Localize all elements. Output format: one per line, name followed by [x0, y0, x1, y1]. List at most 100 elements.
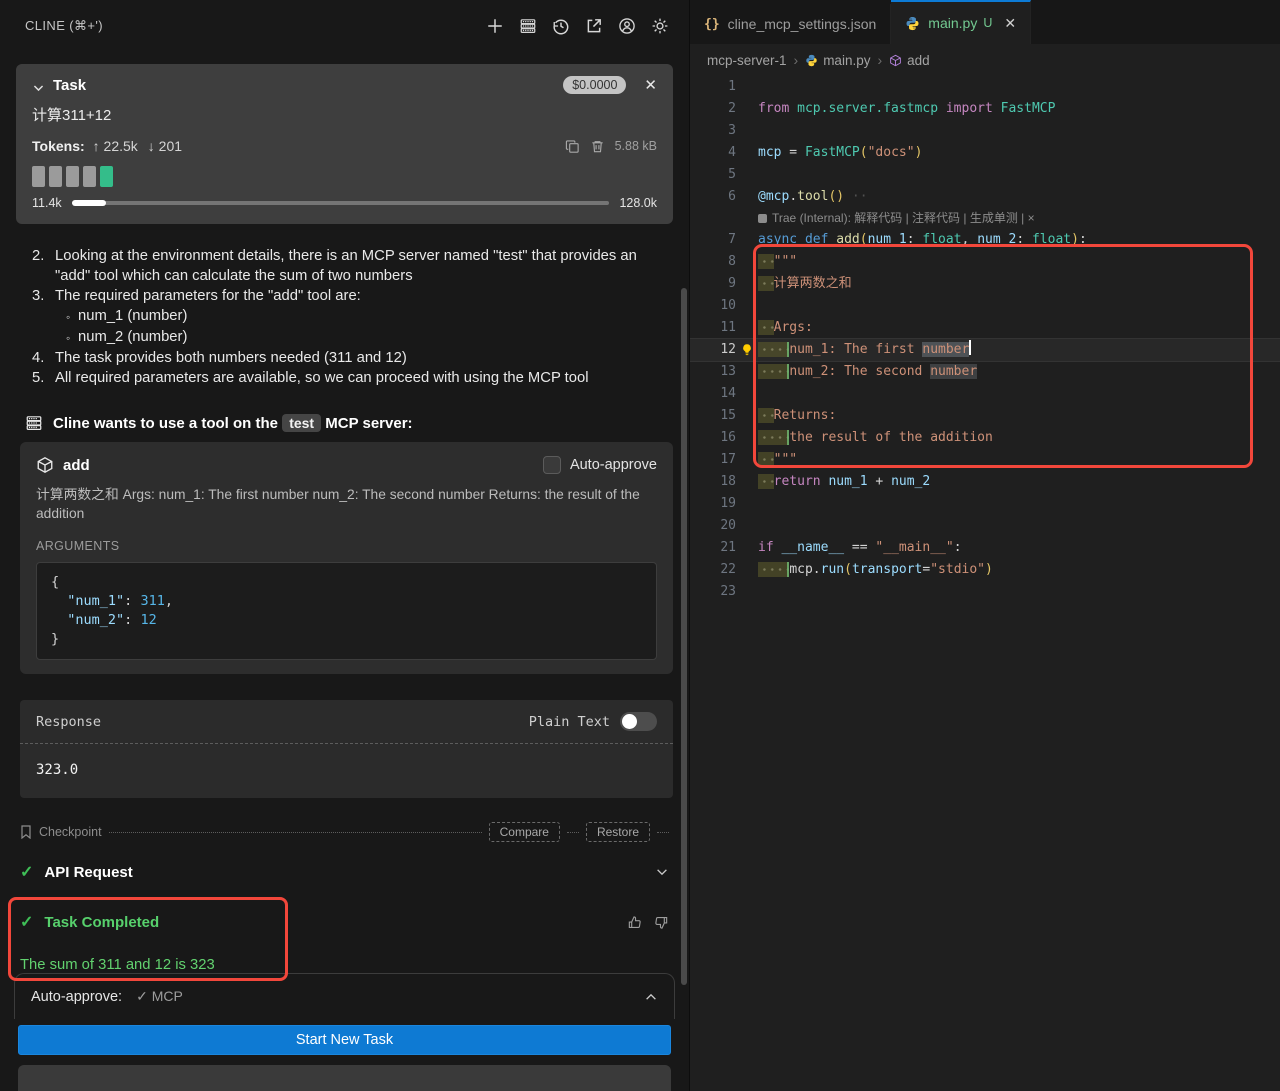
code-line[interactable]: 8 """ — [690, 251, 1280, 273]
code-line[interactable]: 4mcp = FastMCP("docs") — [690, 142, 1280, 164]
code-line[interactable]: 22 mcp.run(transport="stdio") — [690, 559, 1280, 581]
api-request-label: API Request — [44, 864, 132, 881]
chevron-down-icon[interactable] — [655, 865, 669, 879]
line-number: 15 — [690, 405, 736, 427]
line-number: 13 — [690, 361, 736, 383]
code-line[interactable]: 2from mcp.server.fastmcp import FastMCP — [690, 98, 1280, 120]
response-card: Response Plain Text 323.0 — [20, 700, 673, 798]
restore-button[interactable]: Restore — [586, 822, 650, 842]
code-line[interactable]: 23 — [690, 581, 1280, 603]
tab-main-py[interactable]: main.py U ✕ — [891, 0, 1031, 44]
code-line[interactable]: 20 — [690, 515, 1280, 537]
token-block — [66, 166, 79, 187]
tool-name: add — [63, 457, 90, 474]
chat-input[interactable] — [18, 1065, 671, 1091]
scrollbar-thumb[interactable] — [681, 288, 687, 985]
cline-panel: CLINE (⌘+') Task $0.0000 ✕ 计算311+12 Toke… — [0, 0, 690, 1091]
start-new-task-button[interactable]: Start New Task — [18, 1025, 671, 1055]
copy-icon[interactable] — [565, 139, 580, 154]
list-item: 3. The required parameters for the "add"… — [32, 286, 669, 306]
token-blocks — [32, 166, 657, 187]
line-number: 2 — [690, 98, 736, 120]
code-line[interactable]: 5 — [690, 164, 1280, 186]
line-number: 17 — [690, 449, 736, 471]
line-number: 20 — [690, 515, 736, 537]
code-line[interactable]: 14 — [690, 383, 1280, 405]
arguments-line: "num_2": 12 — [51, 611, 642, 630]
auto-approve-label: Auto-approve — [570, 457, 657, 473]
bookmark-icon — [20, 825, 32, 839]
new-task-icon[interactable] — [486, 17, 504, 35]
settings-gear-icon[interactable] — [651, 17, 669, 35]
code-line[interactable]: 1 — [690, 76, 1280, 98]
chevron-down-icon[interactable] — [32, 79, 45, 92]
task-prompt: 计算311+12 — [32, 104, 657, 125]
code-line[interactable]: 15 Returns: — [690, 405, 1280, 427]
context-used: 11.4k — [32, 196, 62, 210]
token-block — [49, 166, 62, 187]
token-block — [83, 166, 96, 187]
line-number: 1 — [690, 76, 736, 98]
tab-cline-mcp-settings[interactable]: {} cline_mcp_settings.json — [690, 4, 891, 44]
code-line[interactable]: 18 return num_1 + num_2 — [690, 471, 1280, 493]
tokens-label: Tokens: — [32, 138, 85, 154]
code-line[interactable]: 17 """ — [690, 449, 1280, 471]
compare-button[interactable]: Compare — [489, 822, 560, 842]
response-label: Response — [36, 714, 101, 730]
plain-text-toggle[interactable] — [620, 712, 657, 731]
context-progressbar[interactable] — [72, 201, 610, 205]
response-value: 323.0 — [20, 744, 673, 798]
code-line[interactable]: 7async def add(num_1: float, num_2: floa… — [690, 229, 1280, 251]
account-icon[interactable] — [618, 17, 636, 35]
task-card: Task $0.0000 ✕ 计算311+12 Tokens: ↑ 22.5k … — [16, 64, 673, 224]
delete-task-icon[interactable] — [590, 139, 605, 154]
context-max: 128.0k — [619, 196, 657, 210]
auto-approve-checkbox[interactable] — [543, 456, 561, 474]
line-number: 5 — [690, 164, 736, 186]
code-line[interactable]: 9 计算两数之和 — [690, 273, 1280, 295]
code-line[interactable]: 19 — [690, 493, 1280, 515]
chevron-right-icon: › — [877, 52, 882, 68]
code-line[interactable]: 11 Args: — [690, 317, 1280, 339]
history-icon[interactable] — [552, 17, 570, 35]
line-number: 8 — [690, 251, 736, 273]
tokens-row: Tokens: ↑ 22.5k ↓ 201 5.88 kB — [32, 138, 657, 154]
mcp-servers-icon[interactable] — [519, 17, 537, 35]
breadcrumb-file[interactable]: main.py — [805, 53, 870, 68]
close-task-icon[interactable]: ✕ — [644, 76, 657, 94]
code-line[interactable]: 10 — [690, 295, 1280, 317]
arguments-json: { "num_1": 311, "num_2": 12} — [36, 562, 657, 660]
open-in-new-icon[interactable] — [585, 17, 603, 35]
auto-approve-bar[interactable]: Auto-approve: ✓ MCP — [14, 973, 675, 1019]
token-block-green — [100, 166, 113, 187]
code-line[interactable]: 13 num_2: The second number — [690, 361, 1280, 383]
symbol-cube-icon — [889, 54, 902, 67]
code-area: 12from mcp.server.fastmcp import FastMCP… — [690, 76, 1280, 1091]
lightbulb-icon[interactable] — [736, 339, 758, 361]
list-subitem: ◦ num_1 (number) — [66, 306, 669, 327]
code-line[interactable]: 6@mcp.tool() ·· — [690, 186, 1280, 208]
trae-logo-icon — [758, 214, 767, 223]
list-item: 2. Looking at the environment details, t… — [32, 246, 669, 286]
line-number: 16 — [690, 427, 736, 449]
check-icon: ✓ — [20, 912, 33, 932]
line-number: 4 — [690, 142, 736, 164]
chevron-up-icon[interactable] — [644, 990, 658, 1004]
code-line[interactable]: 21if __name__ == "__main__": — [690, 537, 1280, 559]
thumbs-down-icon[interactable] — [654, 915, 669, 930]
trae-codelens[interactable]: Trae (Internal): 解释代码 | 注释代码 | 生成单测 | × — [690, 208, 1280, 229]
breadcrumb: mcp-server-1 › main.py › add — [690, 44, 1280, 76]
line-number: 9 — [690, 273, 736, 295]
list-item: 5. All required parameters are available… — [32, 368, 669, 388]
breadcrumb-symbol[interactable]: add — [889, 53, 930, 68]
close-tab-icon[interactable]: ✕ — [1004, 15, 1016, 32]
breadcrumb-folder[interactable]: mcp-server-1 — [707, 53, 787, 68]
cost-badge: $0.0000 — [563, 76, 626, 94]
thumbs-up-icon[interactable] — [627, 915, 642, 930]
code-line[interactable]: 3 — [690, 120, 1280, 142]
code-line[interactable]: 12 num_1: The first number — [690, 339, 1280, 361]
python-icon — [905, 16, 920, 31]
api-request-row[interactable]: ✓ API Request — [20, 862, 669, 882]
code-line[interactable]: 16 the result of the addition — [690, 427, 1280, 449]
tool-description: 计算两数之和 Args: num_1: The first number num… — [36, 485, 657, 523]
